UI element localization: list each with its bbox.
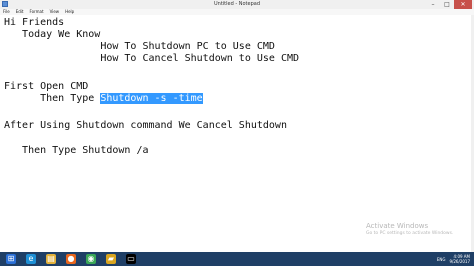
- text-line: Then Type Shutdown /a: [4, 145, 149, 156]
- selected-text[interactable]: Shutdown -s -time: [100, 93, 203, 104]
- chrome-icon[interactable]: ◉: [86, 254, 96, 264]
- text-line: How To Cancel Shutdown to Use CMD: [4, 53, 300, 64]
- text-line-with-selection: Then Type Shutdown -s -time: [4, 93, 203, 105]
- clock-date: 9/26/2017: [449, 259, 470, 264]
- clock[interactable]: 4:09 AM 9/26/2017: [449, 254, 470, 264]
- minimize-button[interactable]: –: [426, 0, 440, 9]
- text-editor-area[interactable]: Hi Friends Today We Know How To Shutdown…: [0, 15, 474, 252]
- start-icon[interactable]: ⊞: [6, 254, 16, 264]
- window-controls: – □ ✕: [426, 0, 472, 9]
- activate-windows-watermark: Activate Windows Go to PC settings to ac…: [366, 222, 453, 238]
- taskbar: ⊞ e ▤ ● ◉ ▰ ▭ ENG 4:09 AM 9/26/2017: [0, 252, 474, 266]
- file-explorer-icon[interactable]: ▤: [46, 254, 56, 264]
- ie-icon[interactable]: e: [26, 254, 36, 264]
- text-line: First Open CMD: [4, 81, 89, 92]
- maximize-button[interactable]: □: [440, 0, 454, 9]
- close-button[interactable]: ✕: [454, 0, 472, 9]
- firefox-icon[interactable]: ●: [66, 254, 76, 264]
- text-line: Hi Friends: [4, 17, 65, 28]
- watermark-title: Activate Windows: [366, 222, 429, 230]
- text-line: How To Shutdown PC to Use CMD: [4, 41, 275, 52]
- folder-icon[interactable]: ▰: [106, 254, 116, 264]
- cmd-icon[interactable]: ▭: [126, 254, 136, 264]
- system-tray: ENG 4:09 AM 9/26/2017: [437, 252, 470, 266]
- language-indicator[interactable]: ENG: [437, 257, 446, 262]
- text-line: Today We Know: [4, 29, 101, 40]
- watermark-subtitle: Go to PC settings to activate Windows.: [366, 231, 454, 236]
- title-bar: Untitled - Notepad – □ ✕: [0, 0, 474, 9]
- window-title: Untitled - Notepad: [213, 1, 260, 7]
- text-line: After Using Shutdown command We Cancel S…: [4, 120, 287, 131]
- text-line: Then Type: [4, 93, 101, 104]
